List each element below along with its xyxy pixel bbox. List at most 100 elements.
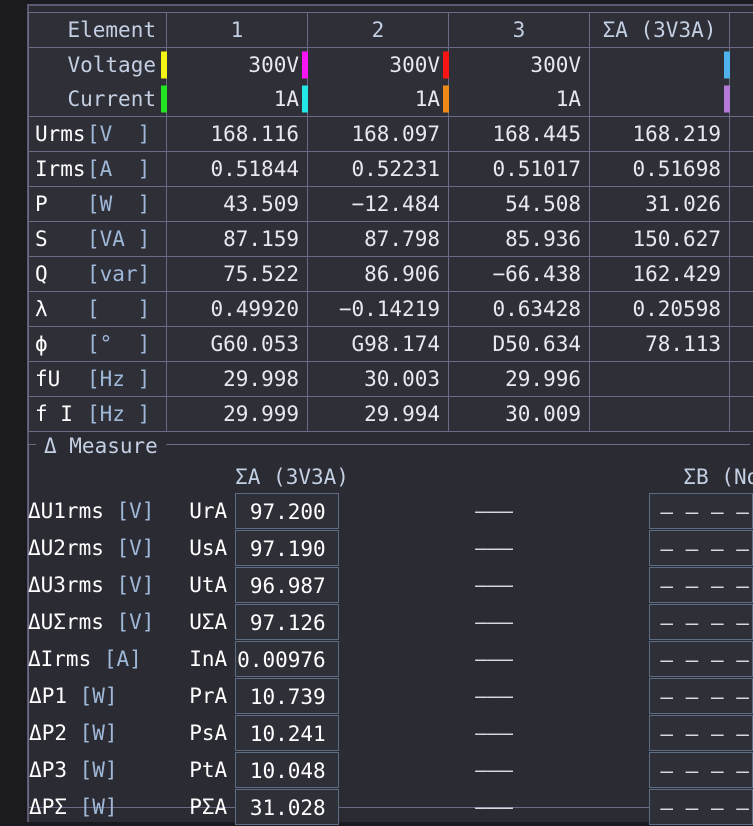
header-col-5 — [729, 12, 753, 48]
delta-value-sigma-b: — — — — — — — — — — [649, 788, 753, 825]
measurement-value-col3: 168.445 — [448, 116, 590, 152]
table-row: λ[ ] 0.49920 −0.14219 0.63428 0.20598 — [28, 291, 753, 327]
measurement-value-col3: 54.508 — [448, 186, 590, 222]
measurement-label: P [W ] — [28, 186, 167, 222]
delta-row-symbol: PrA — [189, 683, 228, 708]
delta-dash: ——— — [475, 794, 513, 819]
range-value-cell: 300V — [166, 47, 313, 82]
measurement-value-col2: −12.484 — [307, 186, 449, 222]
delta-gap2 — [546, 751, 650, 788]
measurement-value-col2: 87.798 — [307, 221, 449, 257]
delta-value-sigma-b-cell: — — — — — — — — — — [649, 603, 753, 640]
delta-value-sigma-b: — — — — — — — — — — [649, 640, 753, 677]
delta-table-row: ΔP2 [W] PsA 10.241 ——— — — — — — — — — — — [28, 714, 753, 751]
delta-value-sigma-b-cell: — — — — — — — — — — [649, 677, 753, 714]
delta-dash: ——— — [475, 683, 513, 708]
measurement-value-col1: 43.509 — [166, 186, 308, 222]
delta-value-sigma-a: 10.241 — [235, 714, 339, 751]
delta-value-sigma-a: 0.00976 — [235, 640, 339, 677]
delta-row-symbol: PΣA — [189, 794, 228, 819]
measurement-value-col5 — [729, 326, 753, 362]
delta-value-sigma-a: 10.048 — [235, 751, 339, 788]
delta-value-sigma-a-cell: 10.241 — [235, 714, 339, 751]
delta-header-dash — [442, 462, 546, 492]
delta-header-spacer2 — [132, 462, 236, 492]
measurement-value-col3: 30.009 — [448, 396, 590, 432]
measurement-value-col4 — [589, 361, 730, 397]
measurement-label: Q [var] — [28, 256, 167, 292]
measurement-value-col4: 78.113 — [589, 326, 730, 362]
measurement-value-col3: 85.936 — [448, 221, 590, 257]
delta-header-gap2 — [546, 462, 650, 492]
measurement-label: Irms[A ] — [28, 151, 167, 187]
measurement-value-col4: 150.627 — [589, 221, 730, 257]
delta-measure-table: ΣA (3V3A) ΣB (None ΔU1rms [V]UrA97.200————… — [28, 462, 753, 825]
range-row-label: Current — [28, 82, 172, 117]
delta-header-row: ΣA (3V3A) ΣB (None — [28, 462, 753, 492]
delta-value-sigma-a: 10.739 — [235, 677, 339, 714]
measurement-value-col5 — [729, 256, 753, 292]
measurement-value-col4: 31.026 — [589, 186, 730, 222]
delta-gap2 — [546, 788, 650, 825]
table-row: f I [Hz ] 29.999 29.994 30.009 — [28, 396, 753, 432]
delta-value-sigma-b-cell: — — — — — — — — — — [649, 640, 753, 677]
delta-value-sigma-a-cell: 97.126 — [235, 603, 339, 640]
delta-value-sigma-b-cell: — — — — — — — — — — [649, 529, 753, 566]
delta-header-gap — [339, 462, 443, 492]
delta-value-sigma-a-cell: 0.00976 — [235, 640, 339, 677]
delta-table-row: ΔUΣrms [V]UΣA97.126———— — — — — — — — — — [28, 603, 753, 640]
delta-row-label: ΔU1rms [V] — [28, 498, 155, 523]
delta-dash: ——— — [475, 720, 513, 745]
table-row: Urms[V ] 168.116 168.097 168.445 168.219 — [28, 116, 753, 152]
numeric-measurement-table: Element 1 2 3 ΣA (3V3A) Voltage 300V 300V 300V Cu… — [28, 12, 753, 432]
range-row-label: Voltage — [28, 47, 172, 82]
delta-table-row: ΔIrms [A] InA 0.00976 ——— — — — — — — — — — — [28, 640, 753, 677]
delta-col-header-sigma-b: ΣB (None — [683, 465, 753, 489]
delta-table-row: ΔPΣ [W] PΣA 31.028 ——— — — — — — — — — — — [28, 788, 753, 825]
delta-table-row: ΔU1rms [V]UrA97.200———— — — — — — — — — — [28, 492, 753, 529]
measurement-value-col5 — [729, 186, 753, 222]
header-col-3: 3 — [448, 12, 590, 48]
range-value-cell: 1A — [307, 82, 454, 117]
measurement-value-col3: D50.634 — [448, 326, 590, 362]
delta-value-sigma-b: — — — — — — — — — — [649, 603, 753, 640]
measurement-value-col1: 87.159 — [166, 221, 308, 257]
measurement-value-col5 — [729, 221, 753, 257]
header-col-2: 2 — [307, 12, 449, 48]
delta-row-symbol: PsA — [189, 720, 228, 745]
delta-gap — [339, 714, 443, 751]
measurement-value-col2: −0.14219 — [307, 291, 449, 327]
measurement-value-col5 — [729, 151, 753, 187]
table-row: S [VA ] 87.159 87.798 85.936 150.627 — [28, 221, 753, 257]
delta-gap — [339, 529, 443, 566]
header-col-1: 1 — [166, 12, 308, 48]
delta-gap — [339, 492, 443, 529]
delta-value-sigma-a: 31.028 — [235, 788, 339, 825]
delta-value-sigma-b-cell: — — — — — — — — — — [649, 751, 753, 788]
delta-gap2 — [546, 714, 650, 751]
measurement-value-col2: 168.097 — [307, 116, 449, 152]
delta-gap2 — [546, 677, 650, 714]
delta-value-sigma-a: 97.190 — [235, 529, 339, 566]
range-row-current: Current 1A 1A 1A — [28, 82, 753, 117]
range-value-cell: 300V — [448, 47, 590, 82]
delta-dash: ——— — [475, 757, 513, 782]
delta-value-sigma-a-cell: 10.048 — [235, 751, 339, 788]
measurement-value-col5 — [729, 361, 753, 397]
delta-gap — [339, 603, 443, 640]
measurement-value-col1: 29.998 — [166, 361, 308, 397]
measurement-value-col3: −66.438 — [448, 256, 590, 292]
delta-row-label: ΔP1 [W] — [29, 683, 118, 708]
delta-col-header-sigma-a: ΣA (3V3A) — [235, 465, 349, 489]
measurement-value-col1: G60.053 — [166, 326, 308, 362]
delta-row-symbol: PtA — [189, 757, 228, 782]
delta-value-sigma-a: 96.987 — [235, 566, 339, 603]
table-row: fU [Hz ] 29.998 30.003 29.996 — [28, 361, 753, 397]
measurement-value-col2: 29.994 — [307, 396, 449, 432]
measurement-value-col2: G98.174 — [307, 326, 449, 362]
delta-dash: ——— — [475, 572, 513, 597]
measurement-value-col1: 0.51844 — [166, 151, 308, 187]
delta-value-sigma-b-cell: — — — — — — — — — — [649, 714, 753, 751]
delta-gap — [339, 788, 443, 825]
delta-value-sigma-a: 97.200 — [235, 492, 339, 529]
